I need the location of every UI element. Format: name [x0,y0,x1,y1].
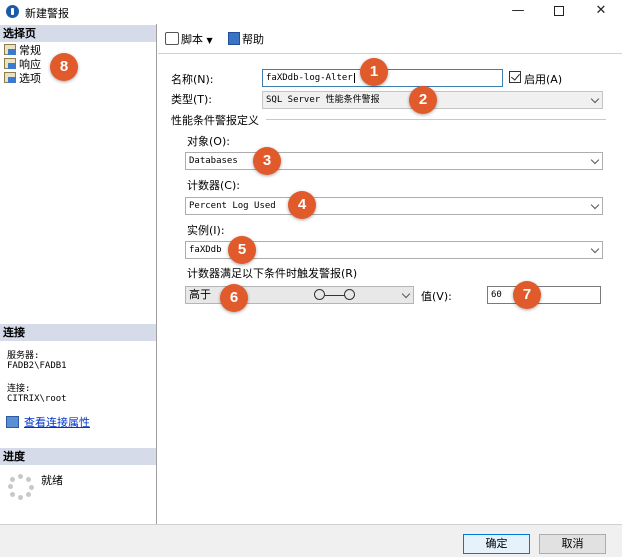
name-label: 名称(N): [171,73,214,86]
minimize-button[interactable]: — [495,0,541,24]
page-icon [4,72,16,83]
progress-status: 就绪 [41,474,63,487]
page-item-options[interactable]: 选项 [4,72,41,86]
callout-badge-2: 2 [409,86,437,114]
page-item-label: 响应 [19,58,41,71]
script-button[interactable]: 脚本 ▼ [165,32,213,48]
chevron-down-icon [590,155,600,165]
callout-badge-3: 3 [253,147,281,175]
page-item-label: 常规 [19,44,41,57]
progress-header: 进度 [0,448,156,465]
enable-checkbox[interactable] [509,71,521,83]
instance-label: 实例(I): [187,224,225,237]
chevron-down-icon [590,200,600,210]
connection-header: 连接 [0,324,156,341]
properties-icon [6,416,19,428]
cancel-button[interactable]: 取消 [539,534,606,554]
ok-button[interactable]: 确定 [463,534,530,554]
connection-value: CITRIX\root [7,394,67,404]
page-icon [4,58,16,69]
callout-badge-6: 6 [220,284,248,312]
condition-label: 计数器满足以下条件时触发警报(R) [187,267,358,280]
instance-value: faXDdb [189,245,222,255]
slider-knob-left [314,289,325,300]
counter-label: 计数器(C): [187,179,240,192]
info-icon [6,5,19,18]
maximize-button[interactable] [536,0,582,24]
window-title: 新建警报 [25,7,69,20]
script-label: 脚本 [181,33,203,46]
maximize-icon [554,5,564,16]
main-pane: 脚本 ▼ 帮助 名称(N): faXDdb-log-Alter 启用(A) 类型… [158,24,622,524]
left-pane: 选择页 常规 响应 选项 连接 服务器: FADB2\FADB1 连接: CIT… [0,24,157,524]
help-icon [228,32,240,45]
select-page-header: 选择页 [0,25,156,42]
value-label: 值(V): [421,290,452,303]
connection-label: 连接: [7,384,31,394]
object-select[interactable]: Databases [185,152,603,170]
chevron-down-icon: ▼ [206,36,213,45]
progress-spinner-icon [8,474,34,500]
toolbar: 脚本 ▼ 帮助 [158,24,622,54]
server-value: FADB2\FADB1 [7,361,67,371]
slider-knob-right [344,289,355,300]
condition-value: 高于 [189,289,211,301]
type-label: 类型(T): [171,93,213,106]
close-button[interactable]: ✕ [578,0,622,24]
definition-header: 性能条件警报定义 [171,114,259,127]
object-value: Databases [189,156,238,166]
chevron-down-icon [401,289,411,299]
server-label: 服务器: [7,351,40,361]
page-item-label: 选项 [19,72,41,85]
chevron-down-icon [590,94,600,104]
callout-badge-1: 1 [360,58,388,86]
page-item-general[interactable]: 常规 [4,44,41,58]
view-connection-properties-link[interactable]: 查看连接属性 [6,414,90,430]
help-button[interactable]: 帮助 [228,32,264,48]
type-value: SQL Server 性能条件警报 [266,95,380,105]
view-connection-properties-label: 查看连接属性 [24,416,90,429]
object-label: 对象(O): [187,135,230,148]
enable-label: 启用(A) [524,73,563,86]
callout-badge-8: 8 [50,53,78,81]
callout-badge-5: 5 [228,236,256,264]
value-value: 60 [491,290,502,300]
page-icon [4,44,16,55]
name-value: faXDdb-log-Alter [266,73,353,83]
chevron-down-icon [590,244,600,254]
title-bar: 新建警报 — ✕ [0,0,622,24]
counter-value: Percent Log Used [189,201,276,211]
value-input[interactable]: 60 [487,286,601,304]
counter-select[interactable]: Percent Log Used [185,197,603,215]
dialog-footer: 确定 取消 [0,524,622,557]
page-item-response[interactable]: 响应 [4,58,41,72]
callout-badge-7: 7 [513,281,541,309]
slider-track [325,295,345,296]
definition-divider [266,119,606,120]
script-icon [165,32,179,45]
help-label: 帮助 [242,33,264,46]
callout-badge-4: 4 [288,191,316,219]
